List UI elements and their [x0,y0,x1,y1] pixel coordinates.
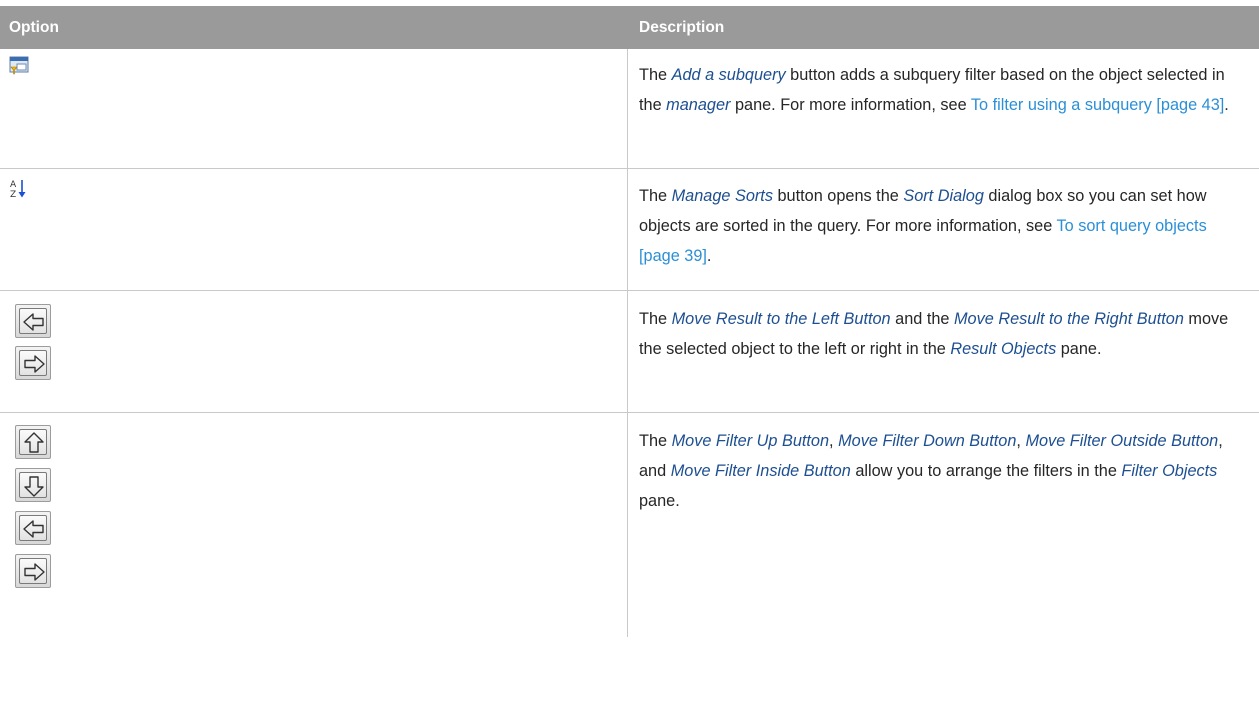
ui-term: Sort Dialog [903,187,984,205]
column-divider [627,169,628,290]
description-text: button opens the [772,187,904,205]
column-divider [627,413,628,637]
move-filter-inside-button [15,554,51,588]
table-header: Option Description [0,6,1259,49]
row-description: The Move Result to the Left Button and t… [639,304,1245,364]
arrow-left-icon [23,520,44,538]
row-description: The Move Filter Up Button, Move Filter D… [639,426,1245,516]
description-text: allow you to arrange the filters in the [850,462,1122,480]
description-text: The [639,310,672,328]
ui-term: Move Filter Up Button [671,432,830,450]
ui-term: Move Filter Down Button [838,432,1017,450]
arrow-right-icon [24,563,45,581]
move-filter-up-button [15,425,51,459]
table-row: The Move Filter Up Button, Move Filter D… [0,413,1259,637]
ui-term: Result Objects [950,340,1057,358]
ui-term: Move Filter Inside Button [670,462,851,480]
description-text: and the [890,310,954,328]
ui-term: Move Result to the Left Button [671,310,891,328]
ui-term: Move Filter Outside Button [1025,432,1219,450]
header-description: Description [639,19,725,36]
arrow-down-icon [24,476,44,497]
arrow-left-icon [23,313,44,331]
description-text: . [1224,96,1229,114]
svg-text:A: A [10,180,17,190]
table-row: The Add a subquery button adds a subquer… [0,49,1259,169]
column-divider [627,291,628,412]
ui-term: manager [666,96,731,114]
description-text: The [639,187,672,205]
options-table: Option Description The Add a subquery bu… [0,6,1259,637]
description-text: pane. For more information, see [730,96,971,114]
ui-term: Move Result to the Right Button [954,310,1184,328]
header-option: Option [9,19,59,36]
svg-text:Z: Z [10,190,16,200]
ui-term: Filter Objects [1121,462,1218,480]
description-text: pane. [1056,340,1102,358]
description-text: , [829,432,839,450]
ui-term: Add a subquery [671,66,786,84]
column-divider [627,49,628,168]
cross-reference-link[interactable]: To filter using a subquery [page 43] [971,96,1224,114]
description-text: The [639,66,672,84]
row-description: The Add a subquery button adds a subquer… [639,60,1245,120]
move-filter-outside-button [15,511,51,545]
description-text: . [706,247,712,265]
sort-az-icon: A Z [10,180,26,200]
move-result-right-button [15,346,51,380]
move-filter-down-button [15,468,51,502]
add-subquery-icon [9,56,29,75]
arrow-up-icon [24,432,44,453]
ui-term: Manage Sorts [671,187,773,205]
move-result-left-button [15,304,51,338]
arrow-right-icon [24,355,45,373]
description-text: The [639,432,672,450]
table-row: The Move Result to the Left Button and t… [0,291,1259,413]
row-description: The Manage Sorts button opens the Sort D… [639,181,1245,271]
description-text: pane. [639,492,680,510]
table-row: A Z The Manage Sorts button opens the So… [0,169,1259,291]
